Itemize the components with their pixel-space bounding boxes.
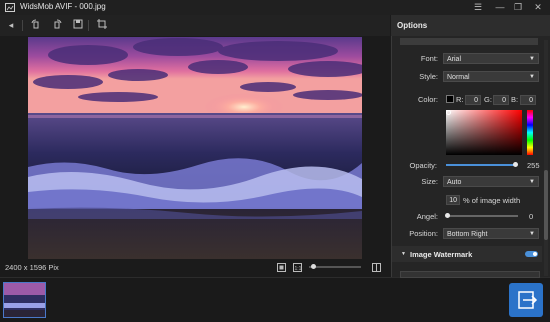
app-logo-icon: [5, 3, 15, 12]
text-input-field[interactable]: [400, 38, 538, 45]
main-photo: [28, 37, 362, 259]
opacity-slider-fill: [446, 164, 515, 166]
chevron-down-icon: ▼: [529, 231, 535, 237]
color-label: Color:: [417, 95, 438, 104]
size-label: Size:: [421, 177, 438, 186]
angel-slider-knob[interactable]: [445, 213, 450, 218]
chevron-down-icon: ▼: [401, 251, 406, 257]
svg-text:1:1: 1:1: [295, 266, 302, 272]
angel-value: 0: [529, 212, 534, 221]
g-label: G:: [484, 95, 492, 104]
image-watermark-toggle[interactable]: [525, 251, 538, 257]
position-dropdown[interactable]: Bottom Right ▼: [443, 228, 539, 239]
color-picker-field[interactable]: [446, 110, 522, 155]
chevron-down-icon: ▼: [529, 56, 535, 62]
opacity-label: Opacity:: [409, 161, 437, 170]
r-label: R:: [456, 95, 464, 104]
hue-slider[interactable]: [527, 110, 533, 155]
maximize-icon[interactable]: ❐: [512, 2, 524, 13]
font-dropdown[interactable]: Arial ▼: [443, 53, 539, 64]
thumbnail-000[interactable]: [3, 282, 46, 318]
size-percent-input[interactable]: 10: [446, 195, 460, 205]
opacity-slider-knob[interactable]: [512, 162, 518, 167]
export-icon: [518, 291, 538, 309]
watermark-image-field[interactable]: [400, 271, 540, 278]
font-value: Arial: [447, 56, 462, 63]
position-label: Position:: [409, 229, 438, 238]
style-dropdown[interactable]: Normal ▼: [443, 71, 539, 82]
fit-to-window-icon[interactable]: [277, 263, 286, 272]
close-icon[interactable]: ✕: [532, 2, 544, 13]
panel-scrollbar-thumb[interactable]: [544, 170, 548, 240]
size-value: Auto: [447, 179, 462, 186]
minimize-icon[interactable]: —: [494, 2, 506, 13]
panel-scrollbar[interactable]: [544, 40, 548, 276]
image-dimensions: 2400 x 1596 Pix: [5, 263, 59, 272]
g-input[interactable]: 0: [493, 95, 509, 105]
color-picker-cursor[interactable]: [446, 110, 451, 115]
rotate-left-icon[interactable]: [30, 19, 42, 31]
hamburger-icon[interactable]: ☰: [472, 2, 484, 13]
crop-icon[interactable]: [96, 19, 108, 31]
chevron-down-icon: ▼: [529, 74, 535, 80]
angel-label: Angel:: [416, 212, 438, 221]
toolbar-divider: [22, 20, 23, 31]
b-label: B:: [511, 95, 519, 104]
style-value: Normal: [447, 74, 470, 81]
actual-size-icon[interactable]: 1:1: [293, 263, 302, 272]
export-button[interactable]: [509, 283, 543, 317]
color-swatch[interactable]: [446, 95, 454, 103]
b-input[interactable]: 0: [520, 95, 536, 105]
image-watermark-label: Image Watermark: [410, 250, 473, 259]
style-label: Style:: [419, 72, 438, 81]
filmstrip: [0, 277, 550, 322]
chevron-down-icon: ▼: [529, 179, 535, 185]
window-title: WidsMob AVIF - 000.jpg: [20, 2, 106, 11]
opacity-slider[interactable]: [446, 164, 515, 166]
angel-slider[interactable]: [446, 215, 518, 217]
rotate-right-icon[interactable]: [51, 19, 63, 31]
position-value: Bottom Right: [447, 231, 488, 238]
toggle-knob: [533, 252, 537, 256]
r-input[interactable]: 0: [465, 95, 481, 105]
font-label: Font:: [420, 54, 438, 63]
toolbar-divider: [88, 20, 89, 31]
opacity-value: 255: [527, 161, 540, 170]
compare-view-icon[interactable]: [372, 263, 381, 272]
size-percent-suffix: % of image width: [463, 196, 521, 205]
zoom-slider[interactable]: [309, 266, 361, 268]
back-arrow-icon[interactable]: ◂: [5, 19, 17, 31]
save-icon[interactable]: [72, 19, 84, 31]
options-title: Options: [397, 21, 428, 30]
zoom-slider-knob[interactable]: [310, 264, 316, 269]
size-dropdown[interactable]: Auto ▼: [443, 176, 539, 187]
